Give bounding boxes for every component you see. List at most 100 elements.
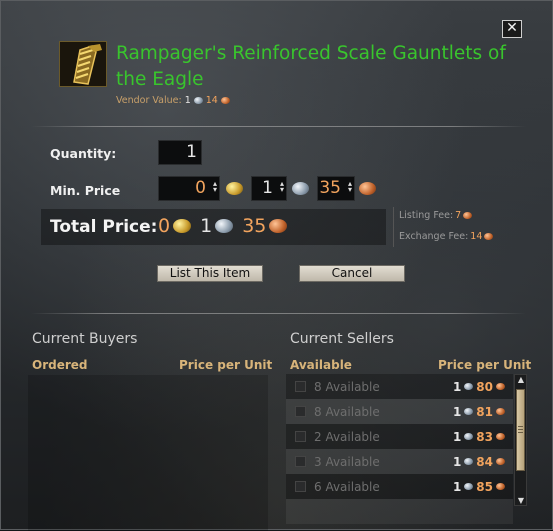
vendor-value-label: Vendor Value: [116,95,182,106]
copper-coin-icon [496,383,505,390]
unit-price: 1 85 [453,480,505,494]
sellers-col-price: Price per Unit [438,358,532,372]
unit-copper: 83 [476,429,493,444]
scroll-up-icon[interactable]: ▲ [516,375,526,384]
sellers-list: 8 Available 1 80 8 Available 1 81 2 Avai… [286,374,513,531]
total-price-value: 0 1 35 [158,215,288,237]
min-copper-input[interactable]: 35 ▴ ▾ [317,176,355,201]
sellers-title: Current Sellers [290,331,394,347]
min-silver-value: 1 [262,178,273,198]
unit-price: 1 80 [453,380,505,394]
min-copper-value: 35 [319,178,341,198]
copper-coin-icon [484,233,494,240]
available-count: 2 Available [314,429,380,444]
min-gold-input[interactable]: 0 ▴ ▾ [158,176,220,201]
copper-coin-icon [220,97,230,104]
listing-fee: Listing Fee: 7 [399,210,473,221]
quantity-input[interactable]: 1 [158,140,202,165]
list-item[interactable]: 3 Available 1 84 [286,449,513,474]
unit-price: 1 84 [453,455,505,469]
available-count: 6 Available [314,479,380,494]
row-checkbox[interactable] [295,456,306,467]
close-icon: ✕ [506,20,518,36]
available-count: 8 Available [314,379,380,394]
sellers-col-available: Available [290,358,352,372]
total-price-label: Total Price: [50,217,158,237]
vendor-silver-amount: 1 [184,95,191,106]
row-checkbox[interactable] [295,381,306,392]
copper-coin-icon [269,219,288,233]
divider [31,126,526,127]
gold-spinner-icon[interactable]: ▴ ▾ [213,180,217,194]
copper-spinner-icon[interactable]: ▴ ▾ [348,180,352,194]
list-item-button[interactable]: List This Item [157,265,263,282]
unit-silver: 1 [452,454,462,469]
vendor-copper-amount: 14 [205,95,218,106]
sellers-scrollbar[interactable]: ▲ ▼ [514,374,527,506]
gold-coin-icon [226,182,243,195]
close-button[interactable]: ✕ [502,20,522,38]
listing-fee-label: Listing Fee: [399,210,454,221]
exchange-fee-amount: 14 [470,231,483,242]
list-item[interactable]: 8 Available 1 80 [286,374,513,399]
scroll-down-icon[interactable]: ▼ [516,496,526,505]
unit-price: 1 83 [453,430,505,444]
unit-silver: 1 [452,404,462,419]
sell-item-window: ✕ Rampager's Reinforced Scale Gauntlets … [0,0,553,531]
copper-coin-icon [496,483,505,490]
min-silver-input[interactable]: 1 ▴ ▾ [251,176,287,201]
silver-coin-icon [193,97,203,104]
scroll-thumb[interactable] [516,389,525,471]
unit-copper: 81 [476,404,493,419]
vendor-value: Vendor Value: 1 14 [116,95,230,106]
gauntlets-item-icon [59,41,107,87]
copper-coin-icon [496,433,505,440]
copper-coin-icon [496,458,505,465]
buyers-col-price: Price per Unit [179,358,273,372]
list-item[interactable]: 2 Available 1 83 [286,424,513,449]
buyers-list [28,375,268,531]
min-price-label: Min. Price [50,183,121,198]
unit-copper: 84 [476,454,493,469]
list-item[interactable]: 8 Available 1 81 [286,399,513,424]
total-gold-amount: 0 [158,215,171,237]
listing-fee-amount: 7 [455,210,462,221]
available-count: 8 Available [314,404,380,419]
unit-silver: 1 [452,429,462,444]
item-name: Rampager's Reinforced Scale Gauntlets of… [116,43,506,90]
total-silver-amount: 1 [200,215,213,237]
silver-coin-icon [292,182,309,195]
silver-coin-icon [464,433,474,440]
exchange-fee-label: Exchange Fee: [399,231,469,242]
unit-silver: 1 [452,479,462,494]
copper-coin-icon [496,408,505,415]
silver-coin-icon [464,483,474,490]
available-count: 3 Available [314,454,380,469]
unit-price: 1 81 [453,405,505,419]
list-item[interactable]: 6 Available 1 85 [286,474,513,499]
exchange-fee: Exchange Fee: 14 [399,231,494,242]
row-checkbox[interactable] [295,481,306,492]
unit-copper: 80 [476,379,493,394]
copper-coin-icon [463,212,473,219]
silver-coin-icon [215,219,234,233]
buyers-col-ordered: Ordered [32,358,88,372]
silver-spinner-icon[interactable]: ▴ ▾ [280,180,284,194]
silver-coin-icon [464,383,474,390]
total-copper-amount: 35 [242,215,267,237]
unit-copper: 85 [476,479,493,494]
buyers-title: Current Buyers [32,331,138,347]
cancel-button[interactable]: Cancel [299,265,405,282]
silver-coin-icon [464,458,474,465]
list-item[interactable] [286,499,513,524]
divider [31,313,526,314]
row-checkbox[interactable] [295,431,306,442]
silver-coin-icon [464,408,474,415]
min-gold-value: 0 [195,178,206,198]
gold-coin-icon [173,219,192,233]
copper-coin-icon [359,182,376,195]
quantity-label: Quantity: [50,146,117,161]
row-checkbox[interactable] [295,406,306,417]
unit-silver: 1 [452,379,462,394]
fee-divider [393,207,394,247]
